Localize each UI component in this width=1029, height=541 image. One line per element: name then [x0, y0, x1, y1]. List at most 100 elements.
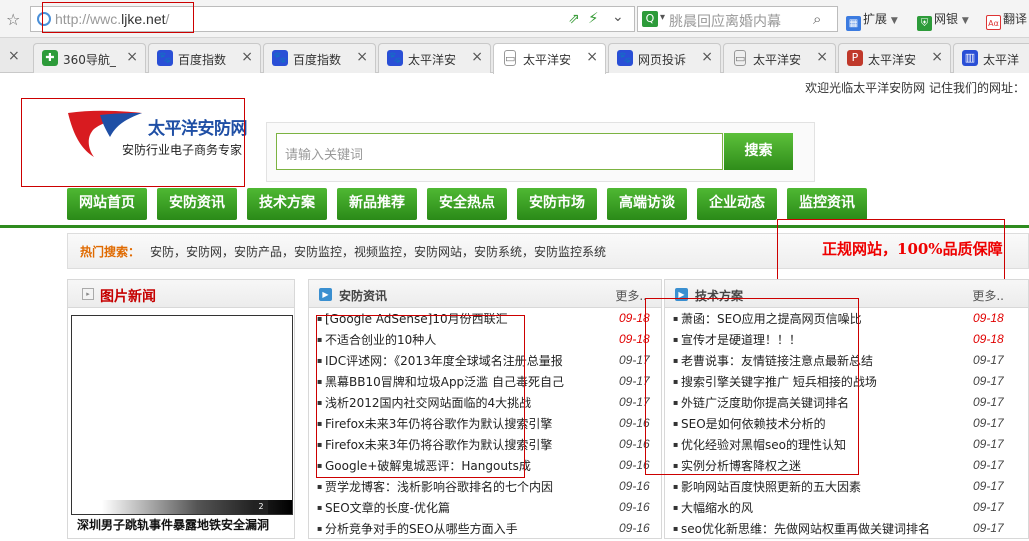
panel-header: ▸ 图片新闻	[68, 280, 294, 308]
chart-icon: ▥	[962, 50, 978, 66]
nav-item[interactable]: 技术方案	[247, 188, 327, 220]
360-icon: ✚	[42, 50, 58, 66]
close-icon[interactable]: ×	[816, 49, 828, 65]
tab-label: 太平洋安	[523, 53, 572, 67]
browser-tab[interactable]: 🐾 网页投诉 ×	[608, 43, 721, 73]
more-link[interactable]: 更多..	[615, 287, 647, 304]
pager-number[interactable]: 2	[254, 500, 268, 514]
baidu-paw-icon: 🐾	[617, 50, 633, 66]
list-item[interactable]: ▪ 大幅缩水的风 09-17	[673, 499, 1004, 520]
close-icon[interactable]: ×	[586, 49, 598, 65]
shield-icon: ⛨	[917, 16, 932, 31]
bullet-icon: ▪	[673, 503, 679, 512]
play-icon: ▶	[319, 288, 332, 301]
browser-tab[interactable]: 🐾 百度指数 ×	[148, 43, 261, 73]
bullet-icon: ▪	[673, 524, 679, 533]
item-date: 09-16	[619, 479, 650, 493]
browser-search-box[interactable]: Q ▾ 朓晨回应离婚内幕 ⌕	[637, 6, 838, 32]
hot-search-label: 热门搜索：	[80, 245, 141, 259]
close-icon[interactable]: ×	[701, 49, 713, 65]
list-item[interactable]: ▪ 影响网站百度快照更新的五大因素 09-17	[673, 478, 1004, 499]
nav-item[interactable]: 网站首页	[67, 188, 147, 220]
image-caption[interactable]: 深圳男子跳轨事件暴露地铁安全漏洞	[77, 516, 269, 533]
list-item[interactable]: ▪ SEO文章的长度-优化篇 09-16	[317, 499, 650, 520]
netbank-button[interactable]: ⛨ 网银 ▼	[917, 10, 969, 31]
baidu-paw-icon: 🐾	[387, 50, 403, 66]
tab-label: 网页投诉	[638, 53, 687, 67]
image-pager: 2	[102, 500, 292, 514]
search-engine-icon[interactable]: Q	[642, 11, 658, 27]
extensions-button[interactable]: ▦ 扩展 ▼	[846, 10, 898, 31]
search-button[interactable]: 搜索	[724, 133, 793, 170]
browser-tab[interactable]: ▥ 太平洋	[953, 43, 1029, 73]
close-icon[interactable]: ×	[241, 49, 253, 65]
close-icon[interactable]: ×	[931, 49, 943, 65]
bullet-icon: ▪	[317, 524, 323, 533]
close-icon[interactable]: ×	[126, 49, 138, 65]
chevron-down-icon[interactable]: ⌄	[612, 9, 624, 25]
close-icon[interactable]: ×	[356, 49, 368, 65]
translate-button[interactable]: Aα 翻译	[986, 10, 1027, 30]
browser-tab[interactable]: 🐾 太平洋安 ×	[378, 43, 491, 73]
item-date: 09-17	[973, 374, 1004, 388]
item-title[interactable]: seo优化新思维：先做网站权重再做关键词排名	[681, 520, 971, 537]
pacific-logo-icon: P	[847, 50, 863, 66]
url-highlight-box	[42, 2, 194, 33]
nav-item[interactable]: 监控资讯	[787, 188, 867, 220]
tab-bar: × ✚ 360导航_ × 🐾 百度指数 × 🐾 百度指数 × 🐾 太平洋安 × ▭ 太平洋安 × 🐾 网页投诉 ×…	[0, 38, 1029, 74]
item-title[interactable]: 贾学龙博客：浅析影响谷歌排名的七个内因	[325, 478, 615, 495]
list-item[interactable]: ▪ seo优化新思维：先做网站权重再做关键词排名 09-17	[673, 520, 1004, 541]
item-date: 09-18	[973, 311, 1004, 325]
close-icon[interactable]: ×	[8, 48, 20, 64]
item-date: 09-17	[973, 479, 1004, 493]
nav-item[interactable]: 安防资讯	[157, 188, 237, 220]
list-item[interactable]: ▪ 贾学龙博客：浅析影响谷歌排名的七个内因 09-16	[317, 478, 650, 499]
hot-search-links[interactable]: 安防，安防网，安防产品，安防监控，视频监控，安防网站，安防系统，安防监控系统	[150, 243, 606, 260]
picture-news-title: 图片新闻	[100, 289, 156, 305]
item-date: 09-18	[973, 332, 1004, 346]
picture-news-panel: ▸ 图片新闻 2 深圳男子跳轨事件暴露地铁安全漏洞	[67, 279, 295, 539]
close-icon[interactable]: ×	[471, 49, 483, 65]
item-title[interactable]: SEO文章的长度-优化篇	[325, 499, 615, 516]
item-title[interactable]: 分析竞争对手的SEO从哪些方面入手	[325, 520, 615, 537]
item-title[interactable]: 影响网站百度快照更新的五大因素	[681, 478, 971, 495]
lightning-icon[interactable]: ⚡	[588, 9, 599, 27]
tab-label: 百度指数	[178, 53, 227, 67]
item-date: 09-17	[973, 500, 1004, 514]
bullet-icon: ▪	[317, 482, 323, 491]
item-date: 09-17	[973, 353, 1004, 367]
share-icon[interactable]: ⇗	[568, 11, 580, 27]
item-date: 09-17	[973, 437, 1004, 451]
logo-highlight-box	[21, 98, 245, 187]
search-input[interactable]: 朓晨回应离婚内幕	[669, 11, 781, 31]
bullet-icon: ▪	[317, 503, 323, 512]
nav-item[interactable]: 高端访谈	[607, 188, 687, 220]
nav-item[interactable]: 新品推荐	[337, 188, 417, 220]
item-title[interactable]: 大幅缩水的风	[681, 499, 971, 516]
more-link[interactable]: 更多..	[972, 287, 1004, 304]
nav-item[interactable]: 安全热点	[427, 188, 507, 220]
item-date: 09-16	[619, 521, 650, 535]
panel-title: 安防资讯	[339, 289, 388, 303]
bookmark-star-icon[interactable]: ☆	[6, 10, 20, 29]
search-input[interactable]: 请输入关键词	[276, 133, 723, 170]
browser-tab[interactable]: ▭ 太平洋安 ×	[493, 43, 606, 74]
nav-item[interactable]: 企业动态	[697, 188, 777, 220]
list-item[interactable]: ▪ 分析竞争对手的SEO从哪些方面入手 09-16	[317, 520, 650, 541]
item-date: 09-17	[973, 521, 1004, 535]
tech-highlight-box	[645, 298, 859, 475]
document-icon: ▭	[734, 50, 746, 66]
item-date: 09-17	[973, 416, 1004, 430]
search-icon[interactable]: ⌕	[813, 10, 821, 28]
browser-tab[interactable]: ▭ 太平洋安 ×	[723, 43, 836, 73]
tab-label: 百度指数	[293, 53, 342, 67]
bullet-icon: ▪	[673, 482, 679, 491]
browser-tab[interactable]: 🐾 百度指数 ×	[263, 43, 376, 73]
grid-icon: ▦	[846, 16, 861, 31]
browser-tab[interactable]: ✚ 360导航_ ×	[33, 43, 146, 73]
browser-tab[interactable]: P 太平洋安 ×	[838, 43, 951, 73]
chevron-down-icon[interactable]: ▾	[660, 12, 665, 23]
news-image[interactable]: 2	[71, 315, 293, 515]
news-highlight-box	[316, 315, 525, 478]
nav-item[interactable]: 安防市场	[517, 188, 597, 220]
